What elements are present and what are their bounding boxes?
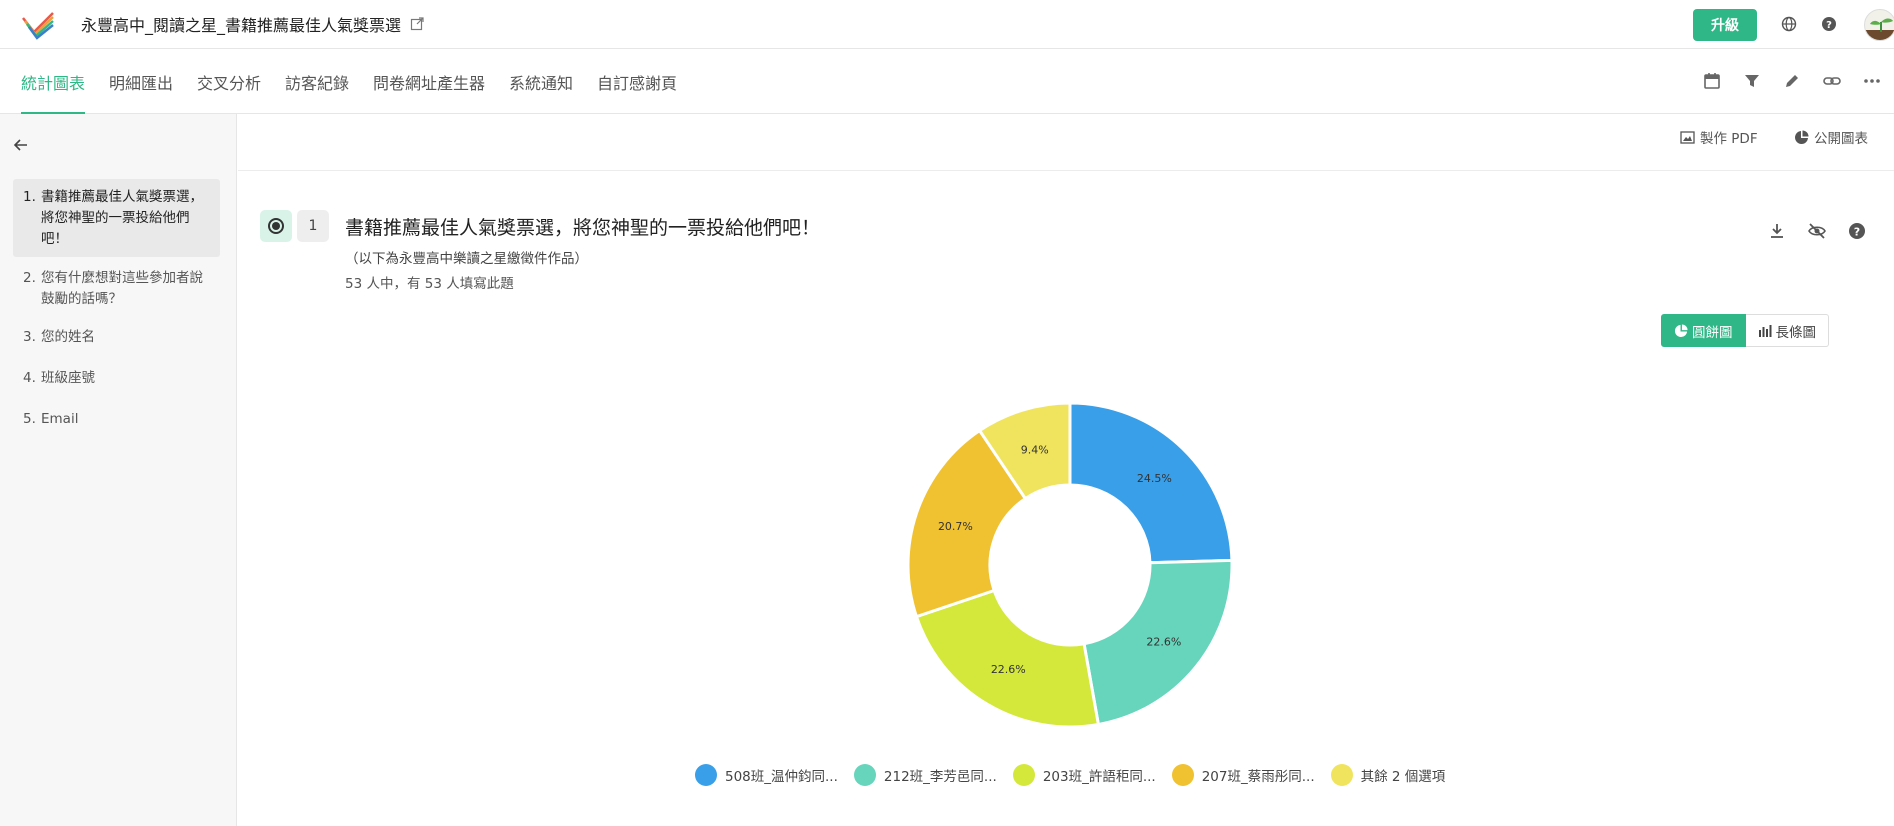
make-pdf-label: 製作 PDF	[1700, 131, 1758, 147]
legend-label: 212班_李芳邑同...	[883, 769, 997, 785]
bar-chart-icon	[1758, 324, 1771, 337]
legend-label: 207班_蔡雨彤同...	[1201, 769, 1315, 785]
radio-dot	[272, 222, 280, 230]
sidebar-question-4[interactable]: 4. 班級座號	[13, 366, 220, 392]
pie-chart-icon	[1795, 130, 1809, 144]
external-link-icon[interactable]	[410, 17, 424, 31]
bar-chart-label: 長條圖	[1775, 324, 1817, 341]
bar-chart-toggle-button[interactable]: 長條圖	[1745, 314, 1829, 347]
link-icon[interactable]	[1822, 71, 1842, 91]
question-label: 班級座號	[41, 370, 95, 386]
legend-swatch	[1012, 764, 1035, 786]
legend-swatch	[1330, 764, 1353, 786]
calendar-icon[interactable]	[1702, 71, 1722, 91]
tab-url-generator[interactable]: 問卷網址產生器	[373, 70, 485, 94]
more-icon[interactable]	[1862, 71, 1882, 91]
legend-item[interactable]: 508班_温仲鈞同...	[695, 762, 838, 788]
response-count: 53 人中，有 53 人填寫此題	[345, 276, 514, 292]
public-chart-label: 公開圖表	[1814, 131, 1868, 147]
question-label: 書籍推薦最佳人氣獎票選，將您神聖的一票投給他們吧！	[41, 189, 203, 247]
question-number: 2.	[23, 270, 36, 286]
tab-custom-thanks-page[interactable]: 自訂感謝頁	[597, 70, 677, 94]
download-icon[interactable]	[1767, 221, 1787, 241]
back-arrow-icon[interactable]	[12, 136, 30, 154]
legend-swatch	[695, 764, 717, 786]
pie-slice[interactable]	[914, 588, 1101, 729]
chart-action-bar: 製作 PDF 公開圖表	[238, 114, 1894, 171]
question-label: Email	[41, 411, 79, 427]
public-chart-button[interactable]: 公開圖表	[1794, 127, 1868, 147]
question-description: （以下為永豐高中樂讀之星繳徵件作品）	[345, 251, 588, 267]
help-icon[interactable]: ?	[1847, 221, 1867, 241]
donut-chart: 24.5% 22.6% 22.6% 20.7% 9.4%	[906, 401, 1234, 729]
filter-icon[interactable]	[1742, 71, 1762, 91]
pie-chart-label: 圓餅圖	[1692, 324, 1733, 341]
tab-bar: 統計圖表 明細匯出 交叉分析 訪客紀錄 問卷網址產生器 系統通知 自訂感謝頁	[0, 49, 1894, 114]
legend-swatch	[1171, 764, 1194, 786]
slice-percent-label: 20.7%	[938, 520, 973, 533]
question-sidebar: 1. 書籍推薦最佳人氣獎票選，將您神聖的一票投給他們吧！ 2. 您有什麼想對這些…	[0, 114, 237, 826]
pie-chart-icon	[1674, 323, 1688, 337]
top-bar: 永豐高中_閱讀之星_書籍推薦最佳人氣獎票選 升級 ?	[0, 0, 1894, 49]
survey-title: 永豐高中_閱讀之星_書籍推薦最佳人氣獎票選	[81, 16, 402, 35]
legend-item[interactable]: 其餘 2 個選項	[1330, 762, 1446, 788]
question-label: 您的姓名	[41, 329, 95, 345]
slice-percent-label: 9.4%	[1021, 443, 1049, 456]
chart-type-toggle: 圓餅圖 長條圖	[1661, 314, 1829, 347]
tab-system-notice[interactable]: 系統通知	[509, 70, 573, 94]
question-title: 書籍推薦最佳人氣獎票選，將您神聖的一票投給他們吧！	[345, 217, 821, 239]
help-icon[interactable]: ?	[1820, 15, 1838, 33]
legend-label: 508班_温仲鈞同...	[725, 769, 838, 785]
slice-percent-label: 22.6%	[1146, 635, 1181, 648]
legend-item[interactable]: 212班_李芳邑同...	[853, 762, 997, 788]
legend-swatch	[853, 764, 876, 786]
legend-item[interactable]: 203班_許語秬同...	[1012, 762, 1156, 788]
pie-chart-toggle-button[interactable]: 圓餅圖	[1661, 314, 1746, 347]
question-number: 4.	[23, 370, 36, 386]
tab-visitor-log[interactable]: 訪客紀錄	[285, 70, 349, 94]
legend-label: 203班_許語秬同...	[1042, 769, 1156, 785]
tab-detail-export[interactable]: 明細匯出	[109, 70, 173, 94]
svg-text:?: ?	[1826, 20, 1832, 31]
sidebar-question-3[interactable]: 3. 您的姓名	[13, 325, 220, 351]
slice-percent-label: 22.6%	[991, 663, 1026, 676]
pencil-icon[interactable]	[1782, 71, 1802, 91]
question-label: 您有什麼想對這些參加者說鼓勵的話嗎？	[41, 270, 203, 307]
question-number: 1.	[23, 189, 36, 205]
upgrade-button[interactable]: 升級	[1693, 9, 1757, 41]
slice-percent-label: 24.5%	[1137, 472, 1172, 485]
make-pdf-button[interactable]: 製作 PDF	[1680, 127, 1758, 147]
svg-text:?: ?	[1854, 226, 1860, 239]
tab-cross-analysis[interactable]: 交叉分析	[197, 70, 261, 94]
globe-icon[interactable]	[1780, 15, 1798, 33]
chart-legend: 508班_温仲鈞同... 212班_李芳邑同... 203班_許語秬同... 207班…	[695, 762, 1445, 788]
user-avatar[interactable]	[1864, 9, 1894, 41]
sidebar-question-5[interactable]: 5. Email	[13, 407, 220, 433]
app-logo-icon[interactable]	[20, 10, 56, 40]
question-index: 1	[297, 210, 329, 242]
question-number: 3.	[23, 329, 36, 345]
image-icon	[1680, 130, 1695, 144]
hide-visibility-icon[interactable]	[1807, 221, 1827, 241]
legend-label: 其餘 2 個選項	[1360, 769, 1446, 785]
sidebar-question-1[interactable]: 1. 書籍推薦最佳人氣獎票選，將您神聖的一票投給他們吧！	[13, 179, 220, 257]
single-choice-type-badge	[260, 210, 292, 242]
tab-statistics-chart[interactable]: 統計圖表	[21, 70, 85, 94]
question-number: 5.	[23, 411, 36, 427]
legend-item[interactable]: 207班_蔡雨彤同...	[1171, 762, 1315, 788]
sidebar-question-2[interactable]: 2. 您有什麼想對這些參加者說鼓勵的話嗎？	[13, 264, 220, 312]
